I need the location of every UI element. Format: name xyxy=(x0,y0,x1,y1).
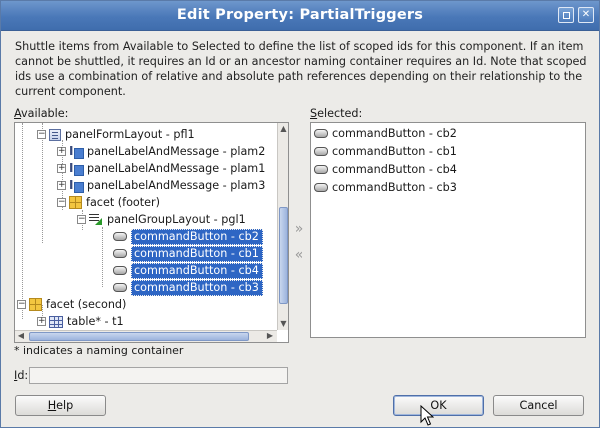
selected-list[interactable]: commandButton - cb2 commandButton - cb1 … xyxy=(310,122,586,338)
scroll-down-icon[interactable]: ▼ xyxy=(279,319,288,328)
label-message-icon xyxy=(69,161,84,176)
button-icon xyxy=(113,283,127,292)
mouse-pointer-icon xyxy=(420,405,434,426)
dialog-title: Edit Property: PartialTriggers xyxy=(176,7,424,23)
button-icon xyxy=(314,183,328,192)
tree-item-panel-form-layout[interactable]: − panelFormLayout - pfl1 xyxy=(37,126,195,143)
tree-item-cb4[interactable]: commandButton - cb4 xyxy=(113,262,263,279)
tree-item-plam3[interactable]: + panelLabelAndMessage - plam3 xyxy=(57,177,265,194)
selected-item-cb3[interactable]: commandButton - cb3 xyxy=(314,179,457,196)
tree-item-cb1[interactable]: commandButton - cb1 xyxy=(113,245,263,262)
selected-label: Selected: xyxy=(310,107,363,120)
close-button[interactable]: ✕ xyxy=(578,7,594,23)
horizontal-scroll-thumb[interactable] xyxy=(29,332,249,341)
button-icon xyxy=(314,147,328,156)
tree-item-cb3[interactable]: commandButton - cb3 xyxy=(113,279,263,296)
selected-item-cb4[interactable]: commandButton - cb4 xyxy=(314,161,457,178)
id-label: Id: xyxy=(14,369,29,382)
move-right-button[interactable]: » xyxy=(292,221,306,237)
facet-icon xyxy=(69,196,82,209)
maximize-icon xyxy=(563,12,570,19)
help-button[interactable]: Help xyxy=(15,395,106,416)
id-field[interactable] xyxy=(29,367,288,384)
label-message-icon xyxy=(69,144,84,159)
label-message-icon xyxy=(69,178,84,193)
button-icon xyxy=(314,129,328,138)
tree-item-cb2[interactable]: commandButton - cb2 xyxy=(113,228,263,245)
button-icon xyxy=(113,266,127,275)
selected-item-cb1[interactable]: commandButton - cb1 xyxy=(314,143,457,160)
title-bar[interactable]: Edit Property: PartialTriggers ✕ xyxy=(1,1,599,31)
collapse-icon[interactable]: − xyxy=(57,198,66,207)
available-horizontal-scrollbar[interactable]: ◀ ▶ xyxy=(15,330,277,342)
tree-item-facet-footer[interactable]: − facet (footer) xyxy=(57,194,160,211)
available-label: Available: xyxy=(14,107,69,120)
button-icon xyxy=(113,232,127,241)
tree-item-facet-second[interactable]: − facet (second) xyxy=(17,296,126,313)
button-icon xyxy=(113,249,127,258)
scroll-up-icon[interactable]: ▲ xyxy=(279,124,288,133)
close-icon: ✕ xyxy=(581,9,591,20)
expand-icon[interactable]: + xyxy=(57,181,66,190)
form-layout-icon xyxy=(49,128,61,141)
available-vertical-scrollbar[interactable]: ▲ ▼ xyxy=(277,123,288,330)
available-tree[interactable]: − panelFormLayout - pfl1 + panelLabelAnd… xyxy=(14,122,289,343)
scroll-right-icon[interactable]: ▶ xyxy=(265,331,275,341)
group-layout-icon xyxy=(89,213,103,226)
move-left-button[interactable]: « xyxy=(292,247,306,263)
selected-item-cb2[interactable]: commandButton - cb2 xyxy=(314,125,457,142)
expand-icon[interactable]: + xyxy=(57,164,66,173)
expand-icon[interactable]: + xyxy=(57,147,66,156)
tree-item-table-t1[interactable]: + table* - t1 xyxy=(37,313,124,330)
expand-icon[interactable]: + xyxy=(37,317,46,326)
collapse-icon[interactable]: − xyxy=(17,300,26,309)
naming-container-note: * indicates a naming container xyxy=(14,344,184,357)
instructions-text: Shuttle items from Available to Selected… xyxy=(15,40,587,98)
table-icon xyxy=(49,315,63,328)
tree-item-plam2[interactable]: + panelLabelAndMessage - plam2 xyxy=(57,143,265,160)
maximize-button[interactable] xyxy=(558,7,574,23)
collapse-icon[interactable]: − xyxy=(37,130,46,139)
ok-button[interactable]: OK xyxy=(393,395,484,416)
tree-item-panel-group-layout[interactable]: − panelGroupLayout - pgl1 xyxy=(77,211,246,228)
tree-item-plam1[interactable]: + panelLabelAndMessage - plam1 xyxy=(57,160,265,177)
facet-icon xyxy=(29,298,42,311)
collapse-icon[interactable]: − xyxy=(77,215,86,224)
scroll-left-icon[interactable]: ◀ xyxy=(16,331,26,341)
vertical-scroll-thumb[interactable] xyxy=(279,207,288,304)
edit-property-dialog: Edit Property: PartialTriggers ✕ Shuttle… xyxy=(0,0,600,428)
cancel-button[interactable]: Cancel xyxy=(493,395,584,416)
button-icon xyxy=(314,165,328,174)
